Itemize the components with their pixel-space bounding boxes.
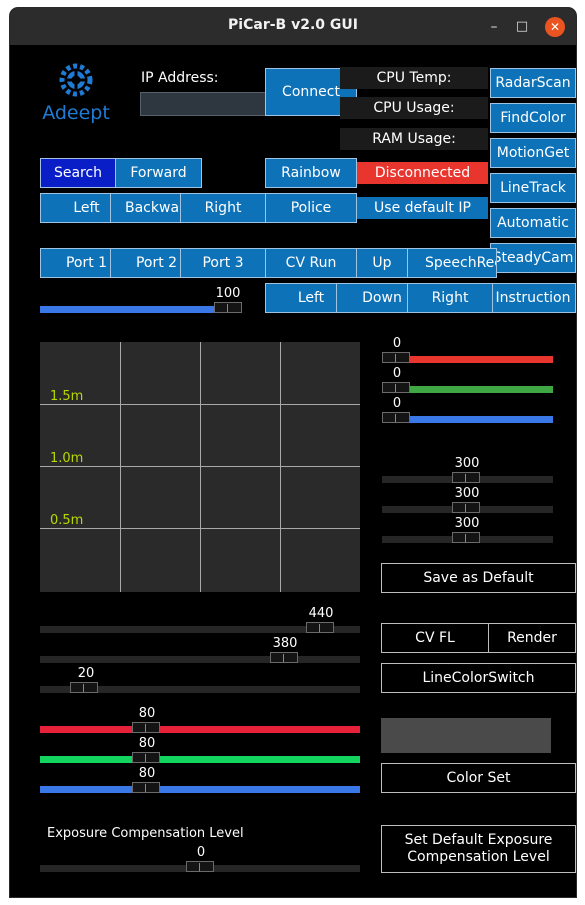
adeept-logo: Adeept (40, 58, 112, 124)
slider-handle[interactable] (452, 472, 480, 483)
color-set-button[interactable]: Color Set (381, 763, 576, 793)
slider-handle[interactable] (186, 861, 214, 872)
title-bar: PiCar-B v2.0 GUI – □ ✕ (10, 8, 576, 45)
threshold-1-slider[interactable] (382, 468, 553, 483)
findcolor-button[interactable]: FindColor (490, 103, 576, 133)
forward-button[interactable]: Forward (115, 158, 202, 188)
slider-handle[interactable] (382, 412, 410, 423)
maximize-icon[interactable]: □ (512, 17, 532, 37)
exposure-slider[interactable] (40, 857, 360, 872)
connection-status: Disconnected (357, 162, 488, 184)
down-button[interactable]: Down (336, 283, 408, 313)
speech-recog-button[interactable]: SpeechRecog (407, 248, 497, 278)
red-slider[interactable] (382, 348, 553, 363)
slider-handle[interactable] (270, 652, 298, 663)
minimize-icon[interactable]: – (484, 17, 504, 37)
slider-handle[interactable] (132, 782, 160, 793)
slider-handle[interactable] (306, 622, 334, 633)
radar-label-1-5m: 1.5m (50, 389, 84, 404)
color-blue-slider[interactable] (40, 778, 360, 793)
slider-handle[interactable] (132, 722, 160, 733)
save-as-default-button[interactable]: Save as Default (381, 563, 576, 593)
color-red-slider[interactable] (40, 718, 360, 733)
left-slider-2[interactable] (40, 648, 360, 663)
line-color-switch-button[interactable]: LineColorSwitch (381, 663, 576, 693)
set-default-exposure-button[interactable]: Set Default Exposure Compensation Level (381, 825, 576, 873)
app-window: PiCar-B v2.0 GUI – □ ✕ Adeept IP Address… (10, 8, 576, 897)
color-green-slider[interactable] (40, 748, 360, 763)
use-default-ip[interactable]: Use default IP (357, 197, 488, 219)
port-3-button[interactable]: Port 3 (180, 248, 266, 278)
threshold-2-slider[interactable] (382, 498, 553, 513)
slider-handle[interactable] (452, 502, 480, 513)
ram-usage-label: RAM Usage: (340, 128, 488, 150)
cpu-temp-label: CPU Temp: (340, 67, 488, 89)
ip-address-input[interactable] (140, 92, 266, 116)
motionget-button[interactable]: MotionGet (490, 138, 576, 168)
instruction-button[interactable]: Instruction (490, 283, 576, 313)
up-button[interactable]: Up (356, 248, 408, 278)
police-button[interactable]: Police (265, 193, 357, 223)
slider-handle[interactable] (214, 302, 242, 313)
radar-label-1-0m: 1.0m (50, 451, 84, 466)
rainbow-button[interactable]: Rainbow (265, 158, 357, 188)
green-slider[interactable] (382, 378, 553, 393)
backward-button[interactable]: Backward (110, 193, 181, 223)
automatic-button[interactable]: Automatic (490, 208, 576, 238)
radar-display: 1.5m 1.0m 0.5m (40, 342, 360, 592)
speed-slider[interactable] (40, 298, 242, 313)
cv-left-button[interactable]: Left (265, 283, 337, 313)
threshold-3-slider[interactable] (382, 528, 553, 543)
slider-handle[interactable] (452, 532, 480, 543)
slider-handle[interactable] (382, 382, 410, 393)
exposure-label: Exposure Compensation Level (47, 826, 244, 841)
left-button[interactable]: Left (40, 193, 111, 223)
left-slider-1[interactable] (40, 618, 360, 633)
color-preview-swatch (381, 718, 551, 753)
render-button[interactable]: Render (488, 623, 576, 653)
cv-run-button[interactable]: CV Run (265, 248, 357, 278)
cv-fl-button[interactable]: CV FL (381, 623, 489, 653)
search-button[interactable]: Search (40, 158, 116, 188)
steadycam-button[interactable]: SteadyCam (490, 243, 576, 273)
slider-handle[interactable] (382, 352, 410, 363)
right-button[interactable]: Right (180, 193, 266, 223)
left-slider-3[interactable] (40, 678, 360, 693)
ip-address-label: IP Address: (141, 70, 219, 86)
logo-text: Adeept (42, 102, 110, 124)
cpu-usage-label: CPU Usage: (340, 97, 488, 119)
close-icon[interactable]: ✕ (545, 17, 565, 37)
main-content: Adeept IP Address: Connect CPU Temp: CPU… (10, 45, 576, 897)
radarscan-button[interactable]: RadarScan (490, 68, 576, 98)
port-1-button[interactable]: Port 1 (40, 248, 111, 278)
blue-slider[interactable] (382, 408, 553, 423)
slider-handle[interactable] (132, 752, 160, 763)
port-2-button[interactable]: Port 2 (110, 248, 181, 278)
radar-label-0-5m: 0.5m (50, 513, 84, 528)
cv-right-button[interactable]: Right (407, 283, 493, 313)
linetrack-button[interactable]: LineTrack (490, 173, 576, 203)
slider-handle[interactable] (70, 682, 98, 693)
